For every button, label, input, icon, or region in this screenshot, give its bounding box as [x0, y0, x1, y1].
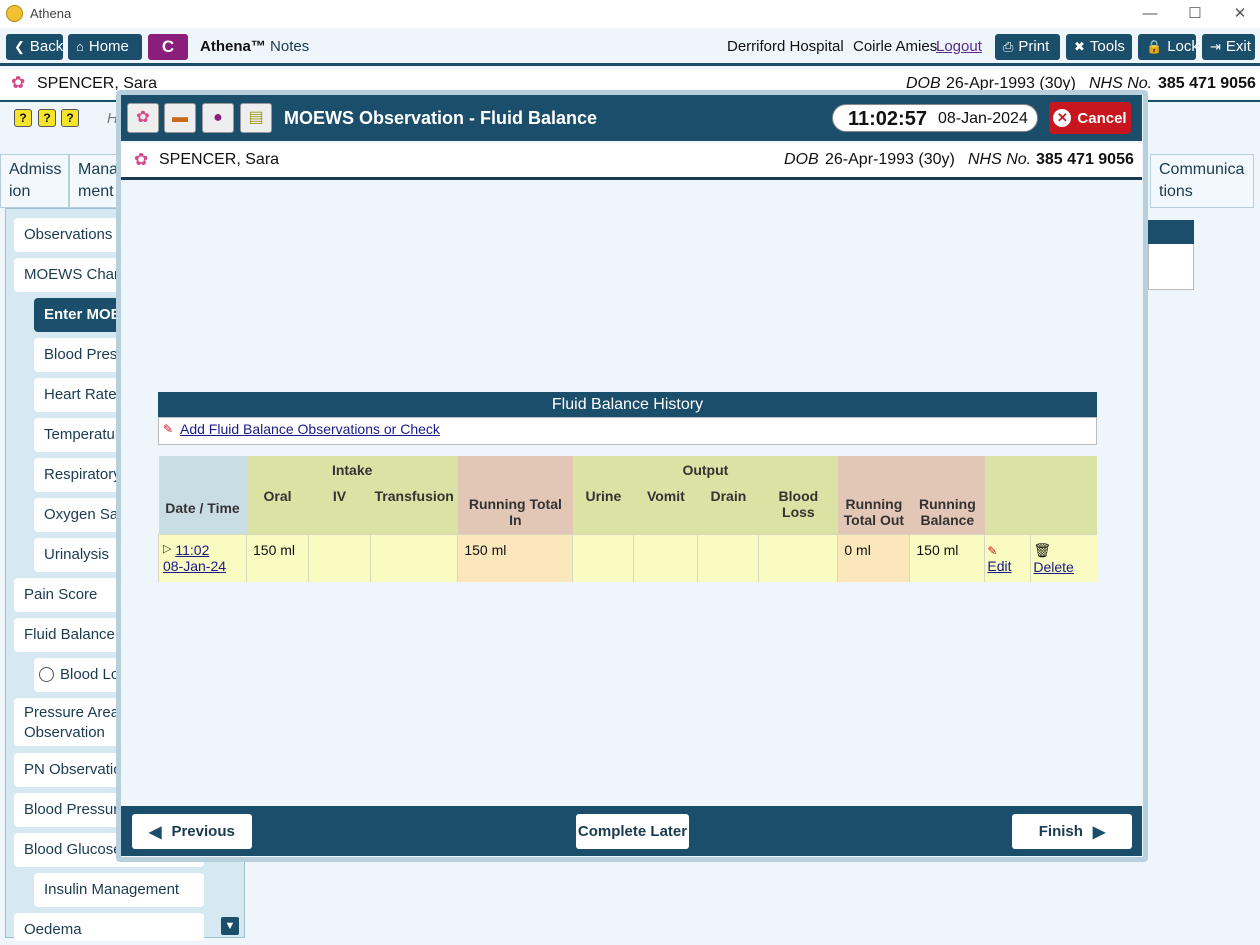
cell-oral: 150 ml	[246, 533, 309, 582]
delete-button[interactable]: 🗑 Delete	[1030, 533, 1097, 582]
cell-blood-loss	[758, 533, 838, 582]
right-panel-header	[1148, 220, 1194, 244]
nav-oedema[interactable]: Oedema	[14, 913, 204, 941]
col-oral: Oral	[246, 484, 309, 534]
col-delete	[1030, 456, 1097, 534]
expand-triangle-icon[interactable]: ▷	[163, 543, 171, 555]
add-fluid-balance-link[interactable]: Add Fluid Balance Observations or Check	[180, 421, 440, 437]
home-button[interactable]: ⌂ Home	[68, 34, 142, 60]
modal-title: MOEWS Observation - Fluid Balance	[284, 108, 598, 128]
cell-drain	[697, 533, 759, 582]
nhs-label: NHS No.	[968, 151, 1032, 168]
window-title: Athena	[30, 6, 72, 21]
cell-vomit	[633, 533, 698, 582]
tools-button[interactable]: ✖ Tools	[1066, 34, 1132, 60]
notes-icon[interactable]: ▤	[240, 103, 272, 133]
cell-transfusion	[369, 533, 458, 582]
record-time-link[interactable]: 11:02 08-Jan-24	[163, 542, 226, 574]
flower-icon: ✿	[11, 73, 26, 92]
patient-name: SPENCER, Sara	[159, 151, 280, 168]
cancel-button[interactable]: ✕ Cancel	[1049, 102, 1131, 134]
col-drain: Drain	[697, 484, 759, 534]
alert-icon[interactable]: ?	[14, 109, 32, 127]
print-button[interactable]: ⎙ Print	[995, 34, 1060, 60]
close-window-icon[interactable]: ✕	[1230, 4, 1250, 24]
fluid-balance-history-title: Fluid Balance History	[158, 392, 1097, 417]
scroll-down-icon[interactable]: ▼	[221, 917, 239, 935]
back-button[interactable]: ❮ Back	[6, 34, 63, 60]
col-running-balance: Running Balance	[909, 456, 985, 534]
tools-icon: ✖	[1074, 39, 1085, 54]
arrow-left-icon: ◀	[149, 823, 162, 841]
cell-running-total-out: 0 ml	[837, 533, 910, 582]
athena-logo-icon	[6, 5, 23, 22]
cell-urine	[572, 533, 634, 582]
col-date-time: Date / Time	[158, 456, 247, 534]
cell-date-time: ▷ 11:02 08-Jan-24	[158, 533, 247, 582]
col-running-total-in: Running Total In	[457, 456, 573, 534]
trash-icon: 🗑	[1033, 541, 1052, 558]
chevron-left-icon: ❮	[14, 39, 25, 54]
dob-value: 26-Apr-1993 (30y)	[825, 151, 955, 168]
previous-button[interactable]: ◀ Previous	[132, 814, 252, 849]
minimize-icon[interactable]: —	[1140, 4, 1160, 24]
date-value: 08-Jan-2024	[938, 110, 1028, 127]
arrow-right-icon: ▶	[1092, 823, 1106, 841]
tab-admission[interactable]: Admiss ion	[0, 154, 69, 208]
exit-icon: ⇥	[1210, 39, 1221, 54]
window-title-bar	[0, 0, 1260, 28]
hospital-name: Derriford Hospital	[727, 38, 844, 55]
medication-icon[interactable]: ▬	[164, 103, 196, 133]
pencil-icon: ✎	[163, 422, 174, 436]
home-icon: ⌂	[76, 39, 84, 54]
flower-icon[interactable]: ✿	[127, 103, 159, 133]
nhs-number: 385 471 9056	[1158, 75, 1256, 92]
c-button[interactable]: C	[148, 34, 188, 60]
col-edit	[984, 456, 1031, 534]
nav-insulin-management[interactable]: Insulin Management	[34, 873, 204, 907]
tab-communications[interactable]: Communica tions	[1150, 154, 1254, 208]
finish-button[interactable]: Finish ▶	[1012, 814, 1132, 849]
help-icon[interactable]: ?	[61, 109, 79, 127]
complete-later-button[interactable]: Complete Later	[576, 814, 689, 849]
col-iv: IV	[308, 484, 371, 534]
help-icon[interactable]: ?	[38, 109, 56, 127]
lock-button[interactable]: 🔒 Lock	[1138, 34, 1199, 60]
maximize-icon[interactable]: ☐	[1185, 4, 1205, 24]
cell-running-total-in: 150 ml	[457, 533, 573, 582]
radio-icon	[39, 667, 54, 682]
exit-button[interactable]: ⇥ Exit	[1202, 34, 1255, 60]
pregnancy-icon[interactable]: ●	[202, 103, 234, 133]
dob-label: DOB	[784, 151, 819, 168]
col-vomit: Vomit	[633, 484, 698, 534]
col-blood-loss: Blood Loss	[758, 484, 838, 534]
time-value: 11:02:57	[848, 108, 927, 130]
brand-label: Athena™ Notes	[200, 38, 310, 55]
close-icon: ✕	[1053, 109, 1072, 127]
printer-icon: ⎙	[1003, 39, 1014, 54]
col-running-total-out: Running Total Out	[837, 456, 910, 534]
col-output: Output	[572, 456, 838, 484]
lock-icon: 🔒	[1146, 39, 1163, 54]
edit-button[interactable]: ✎ Edit	[984, 533, 1031, 582]
cell-running-balance: 150 ml	[909, 533, 985, 582]
col-intake: Intake	[246, 456, 458, 484]
table-row: ▷ 11:02 08-Jan-24 150 ml 150 ml 0 ml 150 …	[158, 533, 1097, 582]
fluid-balance-table: Date / Time Intake Running Total In Outp…	[158, 456, 1097, 582]
user-name: Coirle Amies	[853, 38, 938, 55]
nhs-number: 385 471 9056	[1036, 151, 1134, 168]
pencil-icon: ✎	[987, 543, 998, 558]
col-urine: Urine	[572, 484, 634, 534]
cell-iv	[308, 533, 371, 582]
flower-icon: ✿	[134, 150, 149, 169]
logout-link[interactable]: Logout	[936, 38, 982, 55]
col-transfusion: Transfusion	[370, 484, 458, 534]
